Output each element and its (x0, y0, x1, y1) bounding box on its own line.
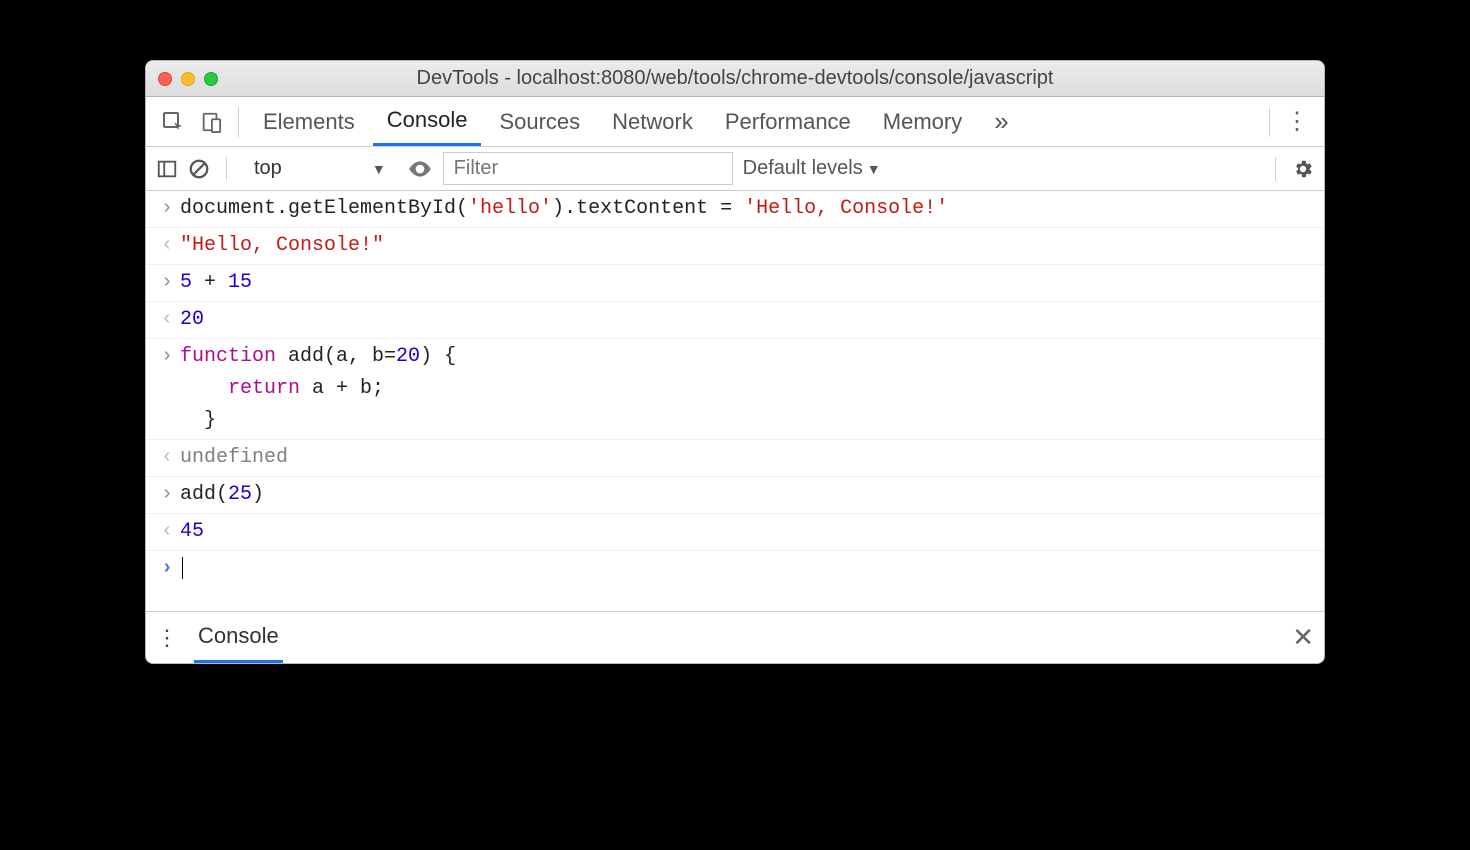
log-levels-select[interactable]: Default levels ▼ (743, 157, 881, 180)
tab-label: Console (387, 107, 468, 133)
tab-sources[interactable]: Sources (485, 97, 594, 146)
output-chevron-icon: ‹ (154, 304, 180, 336)
toolbar-divider (1275, 157, 1276, 181)
main-toolbar: Elements Console Sources Network Performance… (146, 97, 1324, 147)
console-input[interactable] (180, 553, 1316, 585)
titlebar: DevTools - localhost:8080/web/tools/chro… (146, 61, 1324, 97)
tab-elements[interactable]: Elements (249, 97, 369, 146)
drawer-close-icon[interactable]: ✕ (1292, 622, 1314, 653)
devtools-window: DevTools - localhost:8080/web/tools/chro… (145, 60, 1325, 664)
drawer-more-icon[interactable]: ⋮ (156, 625, 178, 651)
tabs-overflow-button[interactable]: » (980, 97, 1022, 146)
console-output-row: ‹45 (146, 514, 1324, 551)
console-output[interactable]: ›document.getElementById('hello').textCo… (146, 191, 1324, 551)
input-chevron-icon: › (154, 193, 180, 225)
tab-console[interactable]: Console (373, 97, 482, 146)
tab-label: Memory (883, 109, 962, 135)
input-chevron-icon: › (154, 267, 180, 299)
console-settings-icon[interactable] (1292, 158, 1314, 180)
tab-memory[interactable]: Memory (869, 97, 976, 146)
toolbar-divider (226, 157, 227, 181)
output-chevron-icon: ‹ (154, 516, 180, 548)
drawer-tab-label: Console (198, 623, 279, 649)
tab-label: Performance (725, 109, 851, 135)
tab-network[interactable]: Network (598, 97, 707, 146)
console-input-row: ›add(25) (146, 477, 1324, 514)
prompt-chevron-icon: › (154, 553, 180, 585)
inspect-element-icon[interactable] (156, 105, 190, 139)
context-label: top (254, 157, 282, 180)
console-input-row: ›document.getElementById('hello').textCo… (146, 191, 1324, 228)
console-prompt-row[interactable]: › (146, 551, 1324, 587)
tab-label: Network (612, 109, 693, 135)
code-content: 45 (180, 516, 1316, 548)
tab-performance[interactable]: Performance (711, 97, 865, 146)
toolbar-divider (1269, 107, 1270, 137)
code-content: document.getElementById('hello').textCon… (180, 193, 1316, 225)
execution-context-select[interactable]: top ▼ (243, 154, 397, 183)
console-input-row: ›function add(a, b=20) { return a + b; } (146, 339, 1324, 440)
window-title: DevTools - localhost:8080/web/tools/chro… (146, 67, 1324, 90)
dropdown-caret-icon: ▼ (867, 161, 881, 177)
tab-label: Elements (263, 109, 355, 135)
dropdown-caret-icon: ▼ (372, 161, 386, 177)
levels-label: Default levels (743, 157, 863, 180)
console-output-row: ‹undefined (146, 440, 1324, 477)
chevrons-right-icon: » (994, 106, 1008, 137)
input-chevron-icon: › (154, 341, 180, 437)
toolbar-divider (238, 107, 239, 137)
code-content: function add(a, b=20) { return a + b; } (180, 341, 1316, 437)
drawer: ⋮ Console ✕ (146, 611, 1324, 663)
code-content: 20 (180, 304, 1316, 336)
code-content: 5 + 15 (180, 267, 1316, 299)
spacer (146, 587, 1324, 611)
console-input-row: ›5 + 15 (146, 265, 1324, 302)
output-chevron-icon: ‹ (154, 442, 180, 474)
code-content: undefined (180, 442, 1316, 474)
drawer-tab-console[interactable]: Console (194, 612, 283, 663)
device-toolbar-icon[interactable] (194, 105, 228, 139)
more-options-icon[interactable]: ⋮ (1280, 105, 1314, 139)
live-expression-icon[interactable] (407, 156, 433, 182)
filter-input[interactable] (443, 152, 733, 185)
clear-console-icon[interactable] (188, 158, 210, 180)
code-content: add(25) (180, 479, 1316, 511)
tab-label: Sources (499, 109, 580, 135)
output-chevron-icon: ‹ (154, 230, 180, 262)
console-toolbar: top ▼ Default levels ▼ (146, 147, 1324, 191)
toggle-console-sidebar-icon[interactable] (156, 158, 178, 180)
console-output-row: ‹"Hello, Console!" (146, 228, 1324, 265)
console-output-row: ‹20 (146, 302, 1324, 339)
input-chevron-icon: › (154, 479, 180, 511)
code-content: "Hello, Console!" (180, 230, 1316, 262)
